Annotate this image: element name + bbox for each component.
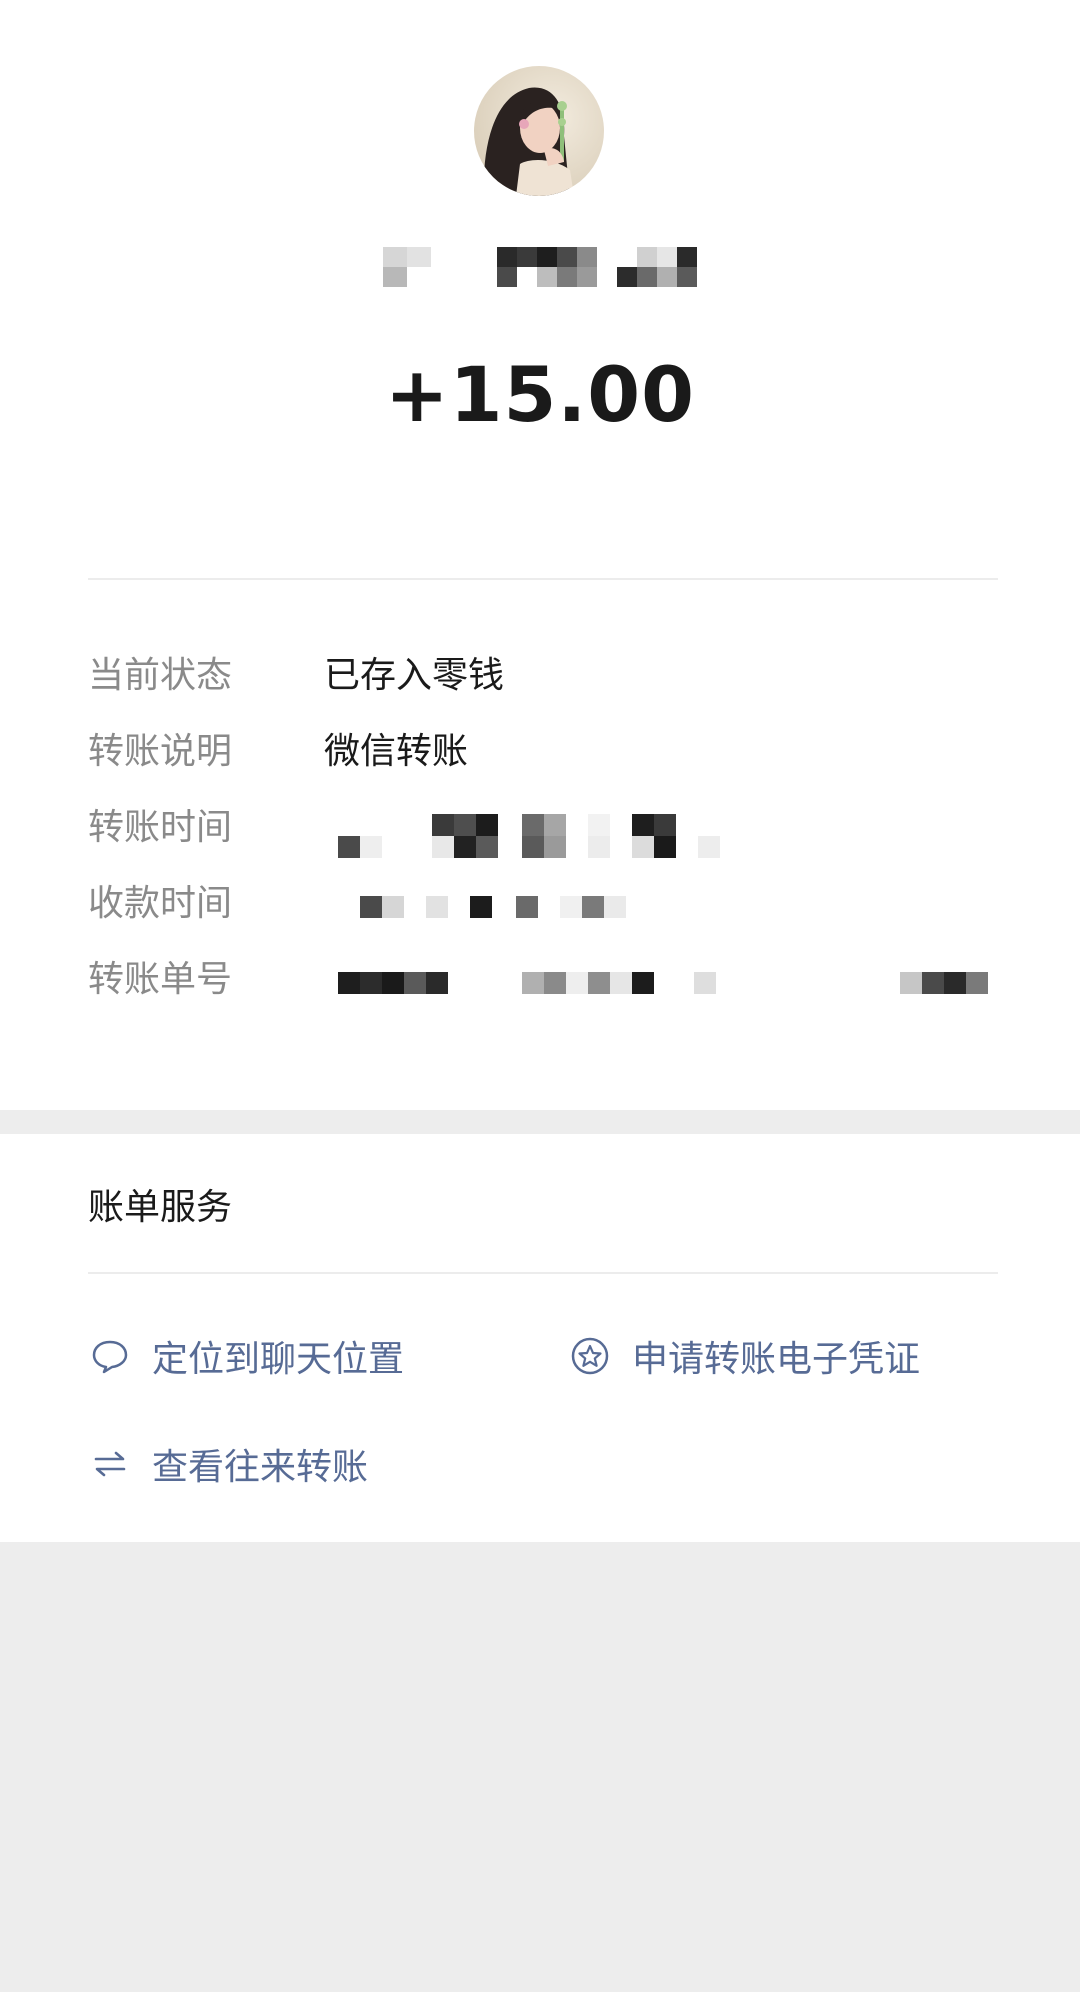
transfer-number-masked	[338, 972, 998, 994]
detail-label-status: 当前状态	[88, 655, 233, 696]
apply-voucher-label: 申请转账电子凭证	[632, 1339, 921, 1380]
avatar-image	[474, 66, 604, 196]
detail-row-transfer-time: 转账时间	[88, 798, 1008, 858]
detail-label-transfer-time: 转账时间	[88, 807, 233, 848]
swap-arrows-icon	[88, 1442, 132, 1486]
detail-value-status: 已存入零钱	[324, 655, 505, 696]
sender-name-masked	[365, 242, 725, 294]
detail-row-status: 当前状态 已存入零钱	[88, 646, 1008, 706]
transfer-amount: +15.00	[384, 350, 696, 439]
divider	[88, 1272, 998, 1274]
locate-chat-label: 定位到聊天位置	[152, 1339, 405, 1380]
bill-service-title: 账单服务	[88, 1187, 233, 1228]
bill-service-card: 账单服务 定位到聊天位置 申请转账电子凭证 查看往来转账	[0, 1134, 1080, 1542]
divider	[88, 578, 998, 580]
section-separator	[0, 1110, 1080, 1134]
detail-value-description: 微信转账	[324, 731, 469, 772]
chat-bubble-icon	[88, 1334, 132, 1378]
sender-avatar[interactable]	[474, 66, 604, 196]
view-transfers-link[interactable]: 查看往来转账	[88, 1434, 368, 1494]
detail-row-description: 转账说明 微信转账	[88, 722, 1008, 782]
locate-chat-link[interactable]: 定位到聊天位置	[88, 1326, 404, 1386]
detail-row-transfer-number: 转账单号	[88, 950, 1008, 1010]
view-transfers-label: 查看往来转账	[152, 1447, 369, 1488]
receive-time-masked	[360, 896, 780, 918]
detail-label-receive-time: 收款时间	[88, 883, 233, 924]
apply-voucher-link[interactable]: 申请转账电子凭证	[568, 1326, 920, 1386]
transfer-time-masked	[338, 814, 818, 858]
transfer-detail-card: +15.00 当前状态 已存入零钱 转账说明 微信转账 转账时间 收款时间 转账…	[0, 0, 1080, 1110]
detail-label-transfer-number: 转账单号	[88, 959, 233, 1000]
detail-label-description: 转账说明	[88, 731, 233, 772]
detail-row-receive-time: 收款时间	[88, 874, 1008, 934]
star-badge-icon	[568, 1334, 612, 1378]
